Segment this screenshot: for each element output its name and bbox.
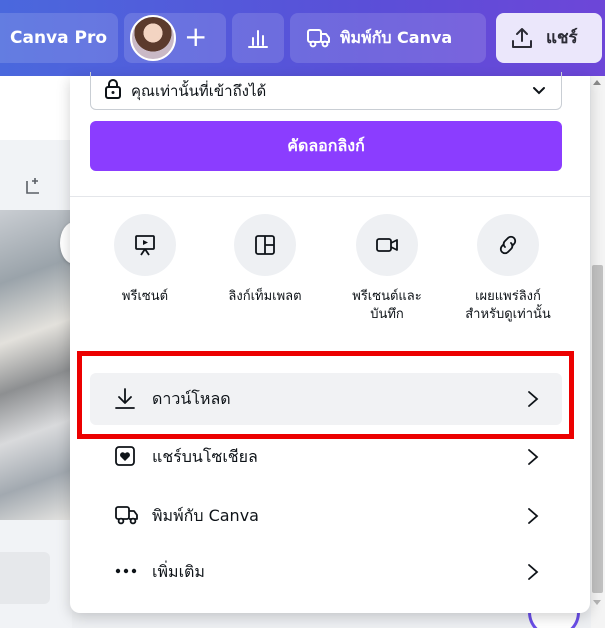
view-only-link-label-line1: เผยแพร่ลิงก์ xyxy=(475,289,541,304)
avatar[interactable] xyxy=(130,15,176,61)
template-link-option[interactable]: ลิงก์เท็มเพลต xyxy=(210,214,320,306)
view-only-link-option-label: เผยแพร่ลิงก์ สำหรับดูเท่านั้น xyxy=(453,288,563,324)
present-and-record-label-line2: บันทึก xyxy=(370,307,404,322)
share-button[interactable]: แชร์ xyxy=(496,13,602,63)
present-and-record-option-circle[interactable] xyxy=(356,214,418,276)
present-icon xyxy=(135,235,155,256)
heart-icon xyxy=(115,446,135,466)
lock-icon xyxy=(105,79,121,99)
truck-icon xyxy=(307,29,330,48)
truck-icon xyxy=(115,506,138,525)
add-collaborator-button[interactable]: + xyxy=(184,20,207,54)
add-page-icon[interactable] xyxy=(24,176,44,196)
scroll-up-arrow-icon[interactable] xyxy=(593,80,601,85)
access-level-label: คุณเท่านั้นที่เข้าถึงได้ xyxy=(131,82,267,100)
record-icon xyxy=(376,238,398,252)
scroll-down-arrow-icon[interactable] xyxy=(593,600,601,605)
chevron-right-icon xyxy=(528,564,539,580)
present-and-record-option-label: พรีเซนต์และ บันทึก xyxy=(332,288,442,324)
share-panel: คุณเท่านั้นที่เข้าถึงได้ คัดลอกลิงก์ พรี… xyxy=(70,72,590,613)
scrollbar-thumb[interactable] xyxy=(592,265,603,593)
upload-icon xyxy=(512,28,532,48)
divider xyxy=(70,196,590,197)
bar-chart-icon xyxy=(248,30,268,48)
access-level-select[interactable]: คุณเท่านั้นที่เข้าถึงได้ xyxy=(90,72,562,110)
page-strip-control[interactable] xyxy=(0,552,50,604)
design-thumbnail[interactable] xyxy=(0,210,88,520)
present-option-circle[interactable] xyxy=(114,214,176,276)
chevron-down-icon xyxy=(533,87,545,95)
copy-link-button[interactable]: คัดลอกลิงก์ xyxy=(90,121,562,171)
print-with-canva-button[interactable]: พิมพ์กับ Canva xyxy=(290,13,486,63)
collaborators-group[interactable]: + xyxy=(124,13,226,63)
more-row[interactable]: เพิ่มเติม xyxy=(90,546,562,598)
print-with-canva-row-label: พิมพ์กับ Canva xyxy=(152,506,259,525)
top-bar: Canva Pro + พิมพ์กับ Canva แชร์ xyxy=(0,0,605,76)
view-only-link-option-circle[interactable] xyxy=(477,214,539,276)
canva-pro-button[interactable]: Canva Pro xyxy=(0,13,118,63)
chevron-right-icon xyxy=(528,449,539,465)
template-link-option-circle[interactable] xyxy=(234,214,296,276)
share-label: แชร์ xyxy=(546,28,578,48)
view-only-link-option[interactable]: เผยแพร่ลิงก์ สำหรับดูเท่านั้น xyxy=(453,214,563,324)
insights-button[interactable] xyxy=(232,13,284,63)
present-option[interactable]: พรีเซนต์ xyxy=(90,214,200,306)
chevron-right-icon xyxy=(528,508,539,524)
template-icon xyxy=(255,235,275,255)
present-option-label: พรีเซนต์ xyxy=(121,289,169,304)
print-with-canva-label: พิมพ์กับ Canva xyxy=(340,28,453,47)
download-highlight-box xyxy=(77,351,574,439)
link-icon xyxy=(499,235,517,255)
view-only-link-label-line2: สำหรับดูเท่านั้น xyxy=(465,307,551,322)
present-and-record-option[interactable]: พรีเซนต์และ บันทึก xyxy=(332,214,442,324)
template-link-option-label: ลิงก์เท็มเพลต xyxy=(228,289,302,304)
more-icon xyxy=(115,568,137,574)
more-label: เพิ่มเติม xyxy=(152,562,205,581)
print-with-canva-row[interactable]: พิมพ์กับ Canva xyxy=(90,490,562,542)
present-and-record-label-line1: พรีเซนต์และ xyxy=(352,289,422,304)
